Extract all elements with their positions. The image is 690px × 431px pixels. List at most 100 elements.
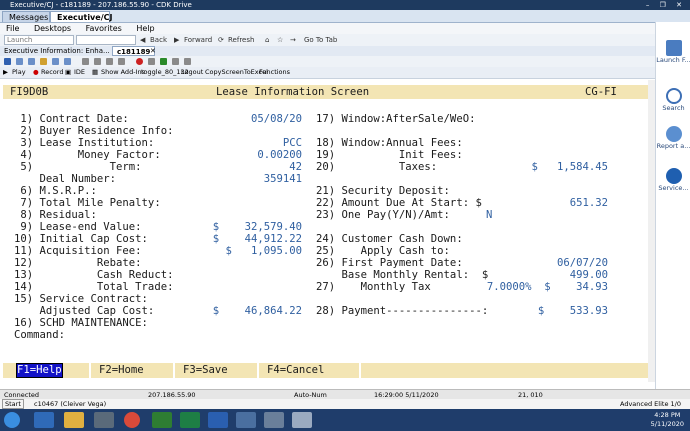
left-field-value[interactable]: 359141	[264, 173, 302, 186]
back-icon[interactable]: ◀	[140, 34, 145, 46]
sidebar-launch[interactable]: Launch F...	[656, 40, 690, 64]
left-field-value[interactable]: 05/08/20	[251, 113, 302, 126]
explorer-icon[interactable]	[64, 412, 84, 428]
macro-icon[interactable]	[94, 58, 101, 65]
arrow-icon[interactable]: →	[290, 34, 296, 46]
right-field-value[interactable]: 7.0000% $ 34.93	[487, 281, 608, 294]
f3-save-key[interactable]: F3=Save	[183, 364, 228, 377]
back-button[interactable]: Back	[150, 34, 167, 46]
launch-icon	[665, 40, 682, 56]
windows-taskbar: 4:28 PM 5/11/2020	[0, 409, 690, 431]
launch-input[interactable]	[4, 35, 74, 45]
save-icon[interactable]	[4, 58, 11, 65]
tab-messages[interactable]: Messages	[2, 11, 50, 22]
right-field-value[interactable]: 651.32	[570, 197, 608, 210]
terminal-screen[interactable]: FI9D0B Lease Information Screen CG-FI 1)…	[0, 80, 655, 382]
menu-desktops[interactable]: Desktops	[34, 24, 71, 33]
play-button[interactable]: Play	[12, 67, 26, 78]
settings-icon[interactable]	[82, 58, 89, 65]
clock-date: 5/11/2020	[650, 420, 684, 428]
ide-button[interactable]: IDE	[74, 67, 85, 78]
clock-time: 4:28 PM	[654, 411, 681, 419]
close-icon[interactable]: ✕	[150, 46, 156, 56]
cdk-icon[interactable]	[236, 412, 256, 428]
tab-executive-cj[interactable]: Executive/CJ	[50, 11, 112, 22]
media-icon[interactable]	[94, 412, 114, 428]
logout-button[interactable]: Logout	[181, 67, 203, 78]
window-title: Executive/CJ - c181189 - 207.186.55.90 -…	[10, 1, 192, 9]
product-label: Advanced Elite 1/0	[620, 400, 681, 408]
user-label: c10467 (Cleiver Vega)	[34, 400, 107, 408]
right-field-value[interactable]: $ 533.93	[538, 305, 608, 318]
f1-help-key[interactable]: F1=Help	[16, 363, 63, 378]
app-icon[interactable]	[152, 412, 172, 428]
screen-right-code: CG-FI	[585, 86, 617, 98]
record-button[interactable]: Record	[41, 67, 63, 78]
session-tab-c181189[interactable]: c181189	[112, 46, 156, 56]
forward-icon[interactable]: ▶	[174, 34, 179, 46]
right-field-value[interactable]: $ 1,584.45	[531, 161, 608, 174]
sidebar-report-label: Report a...	[656, 142, 690, 150]
menu-favorites[interactable]: Favorites	[86, 24, 122, 33]
left-field-value[interactable]: $ 46,864.22	[213, 305, 302, 318]
play-icon-small[interactable]: ▶	[3, 67, 8, 78]
right-field-value[interactable]: N	[486, 209, 492, 222]
right-field-label: 17) Window:AfterSale/WeO:	[316, 113, 476, 125]
menu-bar: File Desktops Favorites Help	[0, 23, 655, 34]
system-clock[interactable]: 4:28 PM 5/11/2020	[651, 411, 684, 429]
show-addins-button[interactable]: Show Add-Ins	[101, 67, 145, 78]
goto-tab-button[interactable]: Go To Tab	[304, 34, 337, 46]
copy-icon[interactable]	[16, 58, 23, 65]
favorite-icon[interactable]: ☆	[277, 34, 283, 46]
refresh-icon[interactable]: ⟳	[218, 34, 224, 46]
excel-icon[interactable]	[180, 412, 200, 428]
f2-home-key[interactable]: F2=Home	[99, 364, 144, 377]
right-field-label: 20) Taxes:	[316, 161, 438, 173]
right-field-label: 28) Payment---------------:	[316, 305, 489, 317]
report-icon	[665, 126, 682, 142]
chrome-icon[interactable]	[124, 412, 140, 428]
app2-icon[interactable]	[292, 412, 312, 428]
play-icon[interactable]	[160, 58, 167, 65]
find-icon[interactable]	[64, 58, 71, 65]
pause-icon[interactable]	[184, 58, 191, 65]
left-field-value[interactable]: $ 1,095.00	[225, 245, 302, 258]
record-dot-icon[interactable]	[136, 58, 143, 65]
windows-start-icon[interactable]	[4, 412, 20, 428]
print-icon[interactable]	[52, 58, 59, 65]
function-key-bar: F1=Help F2=Home F3=Save F4=Cancel	[3, 363, 649, 378]
sidebar-report[interactable]: Report a...	[656, 126, 690, 150]
screen-code: FI9D0B	[10, 86, 49, 98]
sidebar-service[interactable]: Service...	[656, 168, 690, 192]
functions-button[interactable]: Functions	[259, 67, 290, 78]
forward-button[interactable]: Forward	[184, 34, 212, 46]
sidebar-search[interactable]: Search	[656, 88, 690, 112]
folder-icon[interactable]	[40, 58, 47, 65]
session-tab-bar: Executive Information: Enha... c181189 ✕	[0, 46, 655, 56]
record-icon[interactable]: ●	[33, 67, 39, 78]
right-field-label: 23) One Pay(Y/N)/Amt:	[316, 209, 450, 221]
start-label[interactable]: Start	[2, 399, 24, 409]
session-input[interactable]	[76, 35, 136, 45]
session-tab-executive-info[interactable]: Executive Information: Enha...	[4, 46, 110, 56]
home-icon[interactable]: ⌂	[265, 34, 269, 46]
paste-icon[interactable]	[28, 58, 35, 65]
stop-icon[interactable]	[148, 58, 155, 65]
icon-toolbar	[0, 56, 655, 67]
ide-icon[interactable]: ▣	[65, 67, 71, 78]
step-icon[interactable]	[172, 58, 179, 65]
folder-app-icon[interactable]	[264, 412, 284, 428]
script-icon[interactable]	[118, 58, 125, 65]
ie-icon[interactable]	[34, 412, 54, 428]
menu-help[interactable]: Help	[136, 24, 154, 33]
left-field-label: Command:	[14, 329, 66, 341]
sidebar-service-label: Service...	[658, 184, 689, 192]
terminal-scrollbar[interactable]	[648, 80, 655, 382]
menu-file[interactable]: File	[6, 24, 19, 33]
window-controls[interactable]: – ❐ ✕	[646, 0, 686, 10]
addins-icon[interactable]: ▦	[92, 67, 98, 78]
keyboard-icon[interactable]	[106, 58, 113, 65]
refresh-button[interactable]: Refresh	[228, 34, 254, 46]
outlook-icon[interactable]	[208, 412, 228, 428]
f4-cancel-key[interactable]: F4=Cancel	[267, 364, 324, 377]
